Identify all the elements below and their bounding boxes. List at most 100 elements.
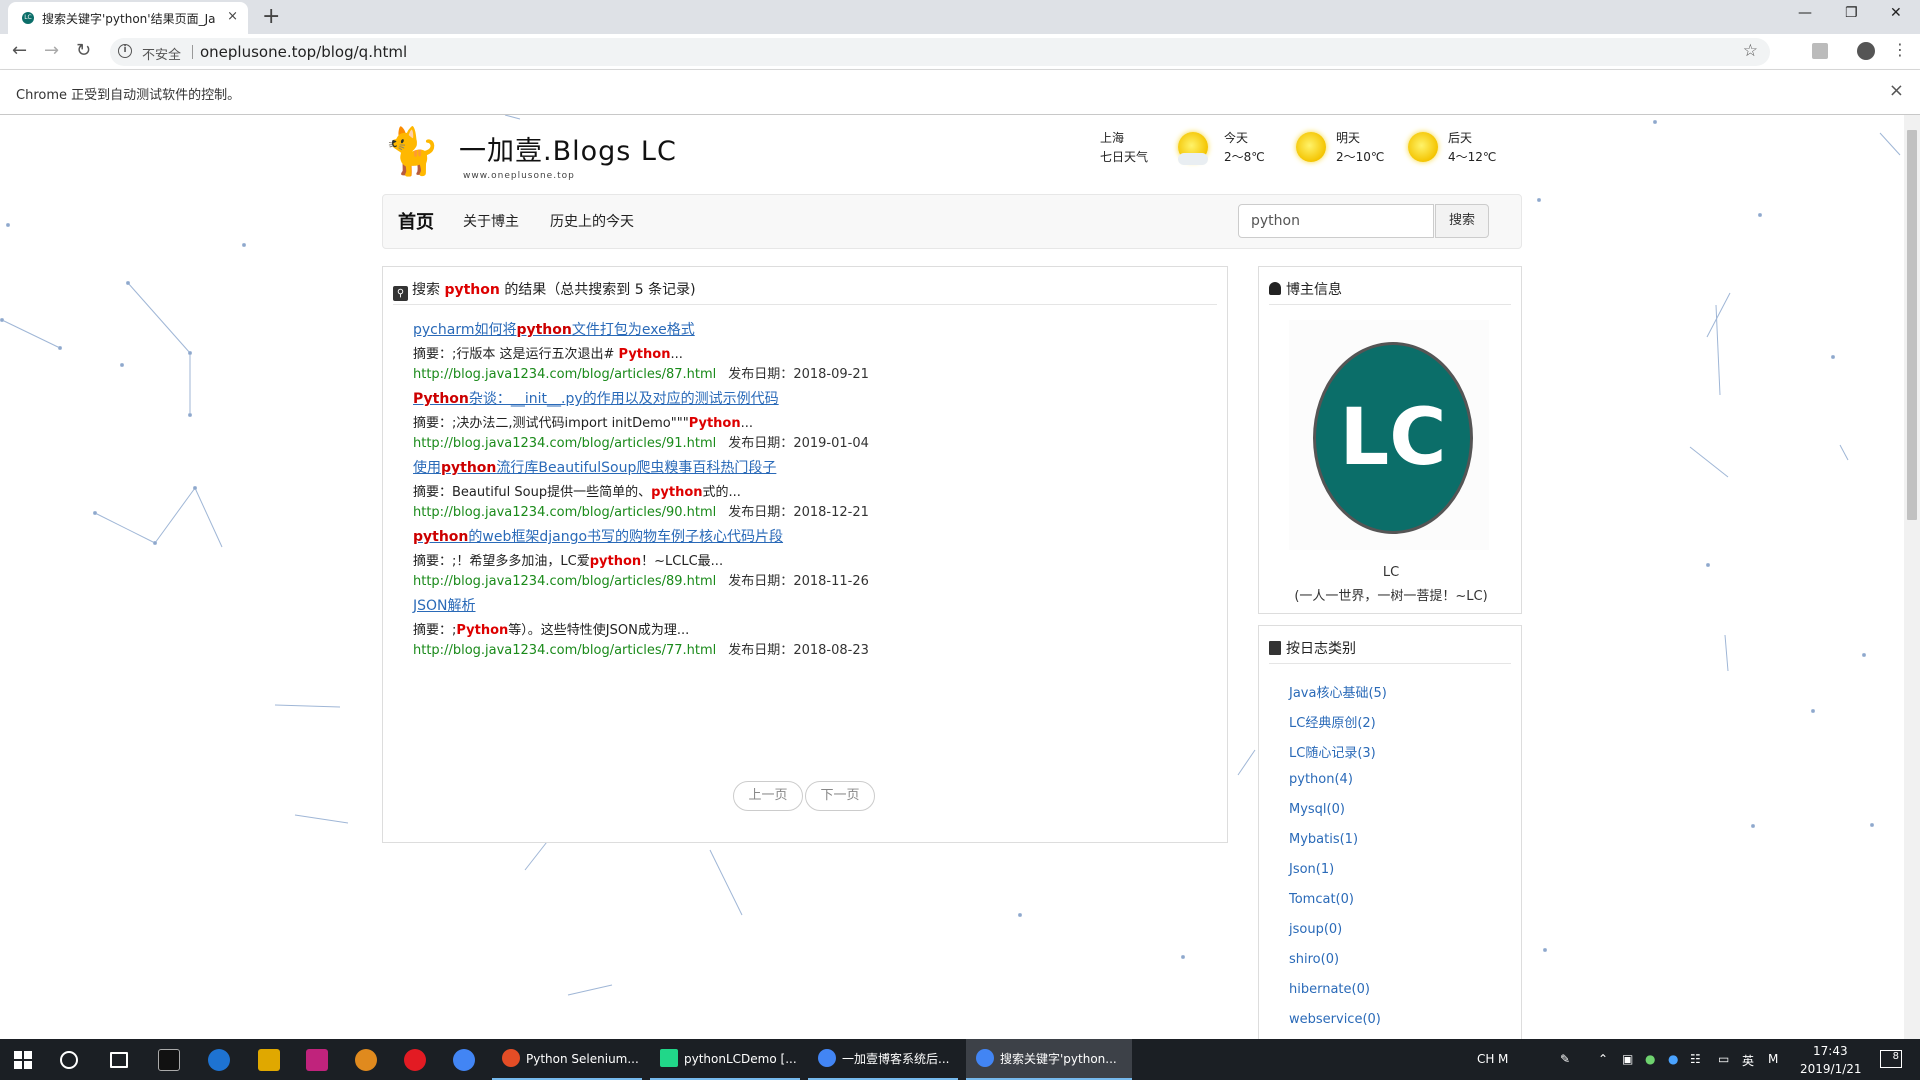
result-url[interactable]: http://blog.java1234.com/blog/articles/9…: [413, 436, 716, 451]
page-scrollbar[interactable]: [1904, 115, 1920, 1039]
blogger-motto: (一人一世界，一树一菩提！~LC): [1294, 589, 1488, 604]
prev-page-button[interactable]: 上一页: [733, 781, 803, 811]
ime-mode-indicator[interactable]: 英: [1742, 1052, 1754, 1069]
list-item: python的web框架django书写的购物车例子核心代码片段 摘要：;！希望…: [413, 526, 1193, 589]
back-icon[interactable]: ←: [12, 40, 27, 61]
result-url[interactable]: http://blog.java1234.com/blog/articles/8…: [413, 367, 716, 382]
result-meta: http://blog.java1234.com/blog/articles/8…: [413, 570, 1193, 589]
search-input[interactable]: [1238, 204, 1434, 238]
result-title-text: JSON解析: [413, 598, 476, 614]
summary-text: 摘要：Beautiful Soup提供一些简单的、: [413, 485, 652, 500]
result-title-text: 的web框架django书写的购物车例子核心代码片段: [468, 529, 784, 545]
pen-icon[interactable]: ✎: [1560, 1052, 1570, 1066]
chrome-icon[interactable]: [453, 1049, 475, 1071]
category-link[interactable]: Java核心基础(5): [1289, 682, 1387, 701]
minimize-icon[interactable]: —: [1798, 5, 1812, 21]
taskbar-app-label: 搜索关键字'python...: [1000, 1052, 1117, 1066]
result-url[interactable]: http://blog.java1234.com/blog/articles/7…: [413, 643, 716, 658]
category-heading-text: 按日志类别: [1286, 641, 1356, 657]
address-bar[interactable]: i 不安全 oneplusone.top/blog/q.html ☆: [110, 38, 1770, 66]
task-view-icon[interactable]: [110, 1052, 128, 1068]
summary-text: 等）。这些特性使JSON成为理...: [508, 623, 690, 638]
cloud-icon: [1178, 153, 1208, 165]
opera-icon[interactable]: [404, 1049, 426, 1071]
close-window-icon[interactable]: ✕: [1890, 5, 1902, 21]
extension-icon[interactable]: [1812, 43, 1828, 59]
profile-icon[interactable]: [1857, 42, 1875, 60]
scrollbar-thumb[interactable]: [1907, 130, 1917, 520]
next-page-button[interactable]: 下一页: [805, 781, 875, 811]
new-tab-button[interactable]: +: [262, 4, 280, 29]
category-link[interactable]: Json(1): [1289, 862, 1334, 877]
restore-icon[interactable]: ❐: [1845, 5, 1858, 21]
cortana-icon[interactable]: [60, 1051, 78, 1069]
display-icon[interactable]: ▭: [1718, 1052, 1729, 1066]
category-link[interactable]: LC经典原创(2): [1289, 712, 1376, 731]
network-icon[interactable]: ☷: [1690, 1052, 1701, 1066]
category-link[interactable]: Mybatis(1): [1289, 832, 1358, 847]
ime-m-icon[interactable]: M: [1498, 1052, 1508, 1066]
language-indicator[interactable]: CH: [1477, 1052, 1494, 1066]
clock-date[interactable]: 2019/1/21: [1800, 1062, 1862, 1076]
nav-home[interactable]: 首页: [398, 208, 434, 234]
date-label: 发布日期：: [728, 643, 794, 658]
ime-m-icon[interactable]: M: [1768, 1052, 1778, 1066]
wechat-icon[interactable]: ●: [1645, 1052, 1655, 1066]
list-item: pycharm如何将python文件打包为exe格式 摘要：;行版本 这是运行五…: [413, 319, 1193, 382]
blogger-heading-text: 博主信息: [1286, 282, 1342, 298]
reload-icon[interactable]: ↻: [76, 40, 91, 61]
category-link[interactable]: Mysql(0): [1289, 802, 1345, 817]
weather-day-label: 明天: [1336, 131, 1361, 145]
taskbar-app-pycharm[interactable]: pythonLCDemo [...: [650, 1039, 800, 1080]
browser-tab[interactable]: LC 搜索关键字'python'结果页面_Ja ×: [8, 2, 248, 34]
tray-app-icon[interactable]: ▣: [1622, 1052, 1633, 1066]
menu-icon[interactable]: ⋮: [1892, 40, 1908, 59]
nav-about[interactable]: 关于博主: [463, 211, 519, 231]
summary-highlight: Python: [456, 623, 509, 638]
category-link[interactable]: webservice(0): [1289, 1012, 1381, 1027]
infobar-close-icon[interactable]: ×: [1889, 80, 1904, 101]
category-link[interactable]: Tomcat(0): [1289, 892, 1354, 907]
taskbar-app-python-selenium[interactable]: Python Selenium...: [492, 1039, 642, 1080]
site-logo[interactable]: 🐈 一加壹.Blogs LC www.oneplusone.top: [383, 121, 676, 185]
category-link[interactable]: shiro(0): [1289, 952, 1339, 967]
result-title-link[interactable]: 使用python流行库BeautifulSoup爬虫糗事百科热门段子: [413, 457, 1193, 477]
taskbar-app-chrome-admin[interactable]: 一加壹博客系统后...: [808, 1039, 958, 1080]
clock-time[interactable]: 17:43: [1813, 1044, 1848, 1058]
forward-icon[interactable]: →: [44, 40, 59, 61]
pagination: 上一页 下一页: [733, 781, 883, 813]
edge-icon[interactable]: [208, 1049, 230, 1071]
result-url[interactable]: http://blog.java1234.com/blog/articles/9…: [413, 505, 716, 520]
blogger-heading: 博主信息: [1269, 279, 1511, 305]
result-title-text: pycharm如何将: [413, 322, 517, 338]
sun-icon: [1296, 132, 1326, 162]
category-link[interactable]: LC随心记录(3): [1289, 742, 1376, 761]
cats-logo-icon: 🐈: [383, 124, 441, 178]
url-text[interactable]: oneplusone.top/blog/q.html: [200, 43, 407, 61]
category-link[interactable]: jsoup(0): [1289, 922, 1342, 937]
xmind-icon[interactable]: [258, 1049, 280, 1071]
result-title-link[interactable]: JSON解析: [413, 595, 1193, 615]
result-url[interactable]: http://blog.java1234.com/blog/articles/8…: [413, 574, 716, 589]
result-title-link[interactable]: pycharm如何将python文件打包为exe格式: [413, 319, 1193, 339]
chevron-up-icon[interactable]: ⌃: [1598, 1052, 1608, 1066]
notification-icon[interactable]: 8: [1880, 1050, 1902, 1068]
result-title-link[interactable]: Python杂谈：__init__.py的作用以及对应的测试示例代码: [413, 388, 1193, 408]
search-button[interactable]: 搜索: [1435, 204, 1489, 238]
terminal-icon[interactable]: [158, 1049, 180, 1071]
bookmark-star-icon[interactable]: ☆: [1743, 41, 1758, 61]
category-link[interactable]: hibernate(0): [1289, 982, 1370, 997]
taskbar-app-chrome-search[interactable]: 搜索关键字'python...: [966, 1039, 1132, 1080]
summary-text: 摘要：;！希望多多加油，LC爱: [413, 554, 590, 569]
result-title-link[interactable]: python的web框架django书写的购物车例子核心代码片段: [413, 526, 1193, 546]
tab-close-icon[interactable]: ×: [227, 9, 238, 24]
info-icon[interactable]: i: [118, 44, 132, 58]
page-viewport: 🐈 一加壹.Blogs LC www.oneplusone.top 上海 七日天…: [0, 115, 1904, 1039]
nav-history[interactable]: 历史上的今天: [550, 211, 634, 231]
windows-start-icon[interactable]: [14, 1051, 32, 1069]
qq-icon[interactable]: ●: [1668, 1052, 1678, 1066]
tor-icon[interactable]: [355, 1049, 377, 1071]
date-label: 发布日期：: [728, 574, 794, 589]
send-icon[interactable]: [306, 1049, 328, 1071]
category-link[interactable]: python(4): [1289, 772, 1353, 787]
